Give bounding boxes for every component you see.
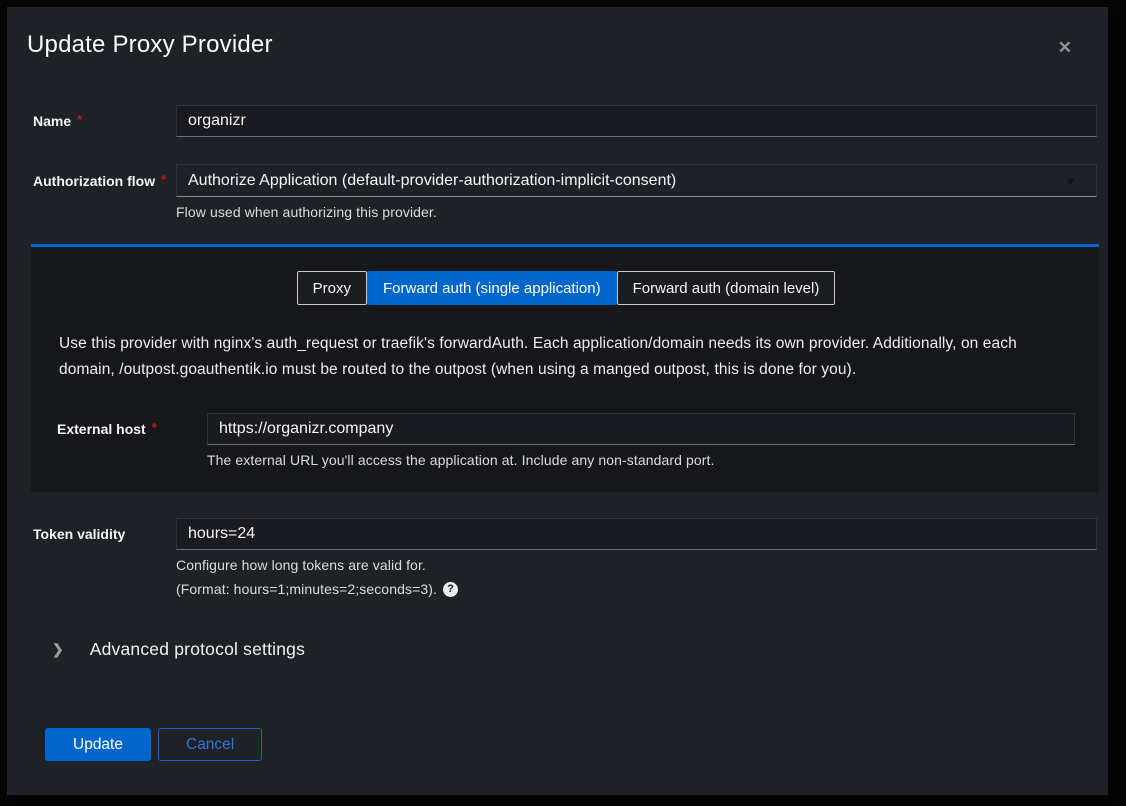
close-button[interactable]: ✕ xyxy=(1054,35,1076,60)
required-indicator: * xyxy=(152,420,157,435)
update-button[interactable]: Update xyxy=(45,728,151,761)
name-field-row: Name* xyxy=(26,105,1097,137)
advanced-protocol-settings-label: Advanced protocol settings xyxy=(90,639,305,660)
tab-forward-auth-single[interactable]: Forward auth (single application) xyxy=(367,271,617,305)
authorization-flow-select[interactable]: Authorize Application (default-provider-… xyxy=(176,164,1097,197)
dialog-footer: Update Cancel xyxy=(26,728,1097,761)
token-validity-help-line2: (Format: hours=1;minutes=2;seconds=3). ? xyxy=(176,581,1097,597)
authorization-flow-label: Authorization flow* xyxy=(26,173,176,189)
required-indicator: * xyxy=(77,112,82,127)
token-validity-input[interactable] xyxy=(176,518,1097,550)
token-validity-help-line1: Configure how long tokens are valid for. xyxy=(176,557,1097,573)
token-validity-field-row: Token validity Configure how long tokens… xyxy=(26,518,1097,597)
tab-proxy[interactable]: Proxy xyxy=(297,271,367,305)
help-icon[interactable]: ? xyxy=(443,582,458,597)
mode-tabs: Proxy Forward auth (single application) … xyxy=(57,271,1075,305)
authorization-flow-help: Flow used when authorizing this provider… xyxy=(176,204,1097,220)
name-input[interactable] xyxy=(176,105,1097,137)
external-host-help: The external URL you'll access the appli… xyxy=(207,452,1075,468)
mode-description: Use this provider with nginx's auth_requ… xyxy=(57,331,1075,383)
close-icon: ✕ xyxy=(1058,38,1072,57)
cancel-button[interactable]: Cancel xyxy=(158,728,262,761)
tab-forward-auth-domain[interactable]: Forward auth (domain level) xyxy=(617,271,836,305)
dialog-header: Update Proxy Provider ✕ xyxy=(7,7,1108,59)
token-validity-label: Token validity xyxy=(26,526,176,542)
dialog-body: Name* Authorization flow* Authorize Appl… xyxy=(7,59,1108,761)
authorization-flow-value: Authorize Application (default-provider-… xyxy=(188,172,676,190)
provider-mode-panel: Proxy Forward auth (single application) … xyxy=(31,244,1099,492)
caret-down-icon: ▾ xyxy=(1067,174,1074,188)
authorization-flow-field-row: Authorization flow* Authorize Applicatio… xyxy=(26,164,1097,220)
external-host-label: External host* xyxy=(57,421,207,437)
dialog-title: Update Proxy Provider xyxy=(27,31,1088,59)
advanced-protocol-settings-expander[interactable]: ❯ Advanced protocol settings xyxy=(26,639,1097,660)
update-proxy-provider-dialog: Update Proxy Provider ✕ Name* Authorizat… xyxy=(7,7,1108,795)
chevron-right-icon: ❯ xyxy=(52,641,64,658)
external-host-input[interactable] xyxy=(207,413,1075,445)
name-label: Name* xyxy=(26,113,176,129)
external-host-field-row: External host* The external URL you'll a… xyxy=(57,413,1075,468)
required-indicator: * xyxy=(161,172,166,187)
token-validity-help: Configure how long tokens are valid for.… xyxy=(176,557,1097,597)
